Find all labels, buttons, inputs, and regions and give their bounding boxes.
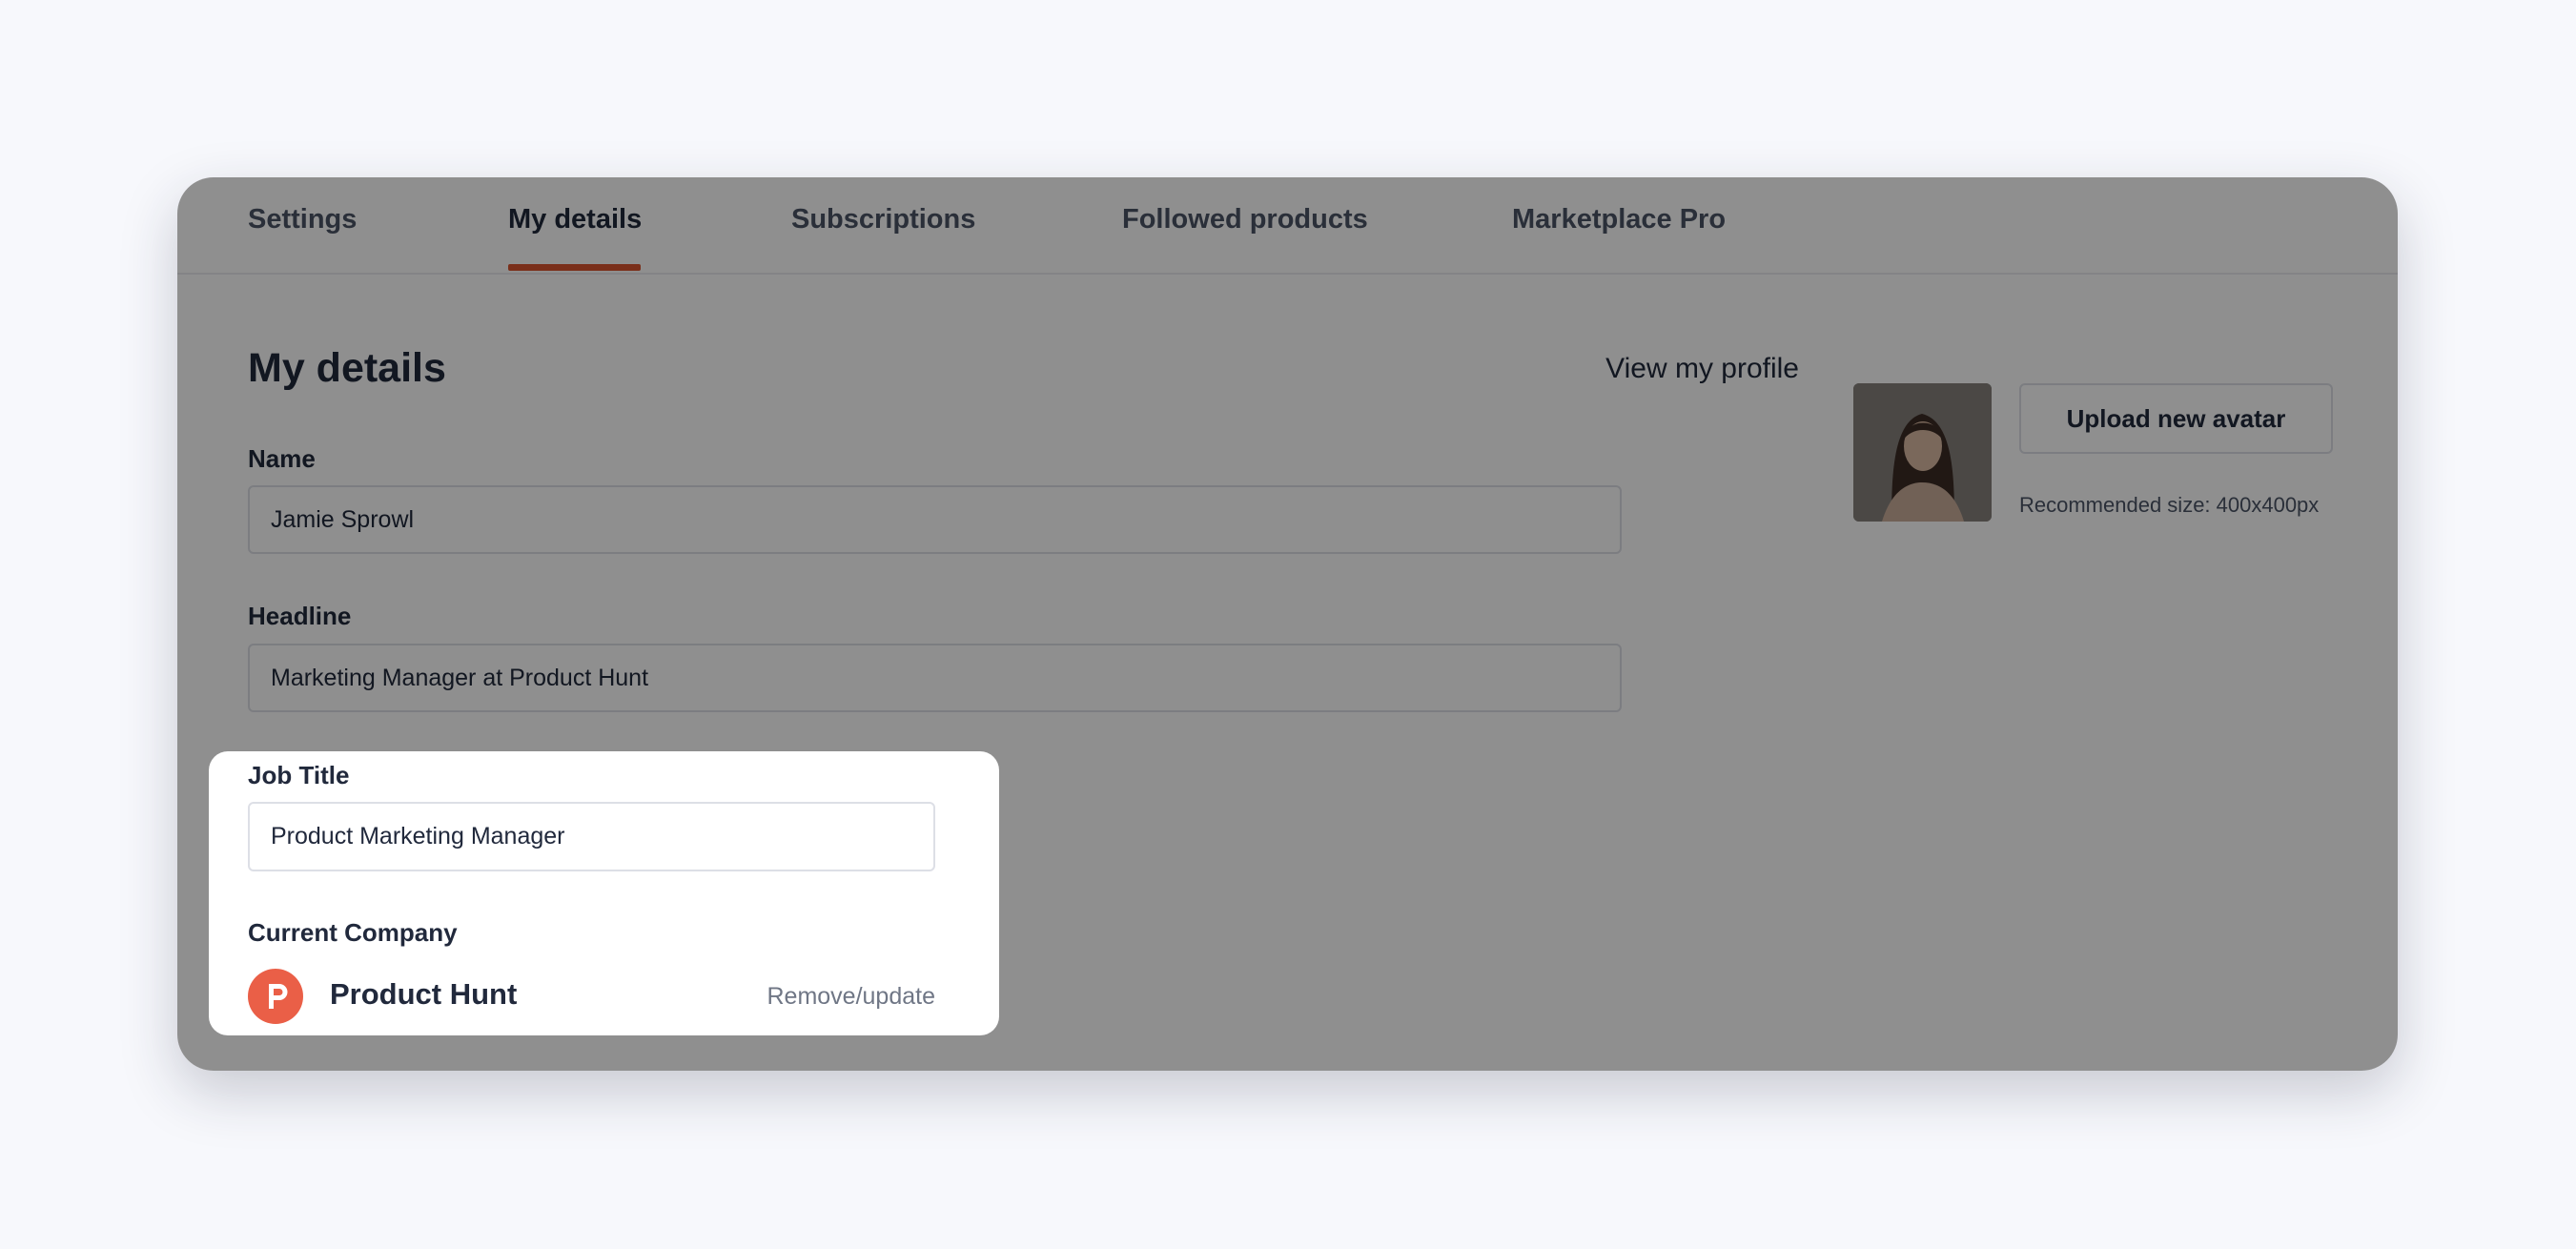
upload-avatar-button[interactable]: Upload new avatar bbox=[2019, 383, 2333, 454]
avatar-size-hint: Recommended size: 400x400px bbox=[2019, 493, 2320, 517]
view-profile-link[interactable]: View my profile bbox=[1431, 353, 1799, 385]
current-company-label: Current Company bbox=[248, 918, 458, 947]
settings-card: Settings My details Subscriptions Follow… bbox=[177, 177, 2398, 1071]
job-title-input[interactable] bbox=[248, 802, 935, 871]
remove-update-link[interactable]: Remove/update bbox=[714, 983, 935, 1011]
headline-input[interactable] bbox=[248, 644, 1622, 712]
name-input[interactable] bbox=[248, 485, 1622, 554]
headline-label: Headline bbox=[248, 602, 352, 630]
avatar bbox=[1853, 383, 1992, 522]
tab-my-details[interactable]: My details bbox=[508, 204, 642, 235]
page-title: My details bbox=[248, 345, 446, 391]
name-label: Name bbox=[248, 444, 316, 473]
company-name: Product Hunt bbox=[330, 977, 518, 1011]
tab-subscriptions[interactable]: Subscriptions bbox=[791, 204, 975, 235]
active-tab-indicator bbox=[508, 264, 641, 271]
tab-followed-products[interactable]: Followed products bbox=[1122, 204, 1368, 235]
job-title-label: Job Title bbox=[248, 761, 350, 789]
tab-settings[interactable]: Settings bbox=[248, 204, 357, 235]
tab-bar: Settings My details Subscriptions Follow… bbox=[177, 177, 2398, 275]
product-hunt-logo-icon bbox=[248, 969, 303, 1024]
highlighted-section: Job Title Current Company Product Hunt R… bbox=[209, 751, 999, 1035]
avatar-photo-icon bbox=[1853, 383, 1992, 522]
tab-marketplace-pro[interactable]: Marketplace Pro bbox=[1512, 204, 1726, 235]
